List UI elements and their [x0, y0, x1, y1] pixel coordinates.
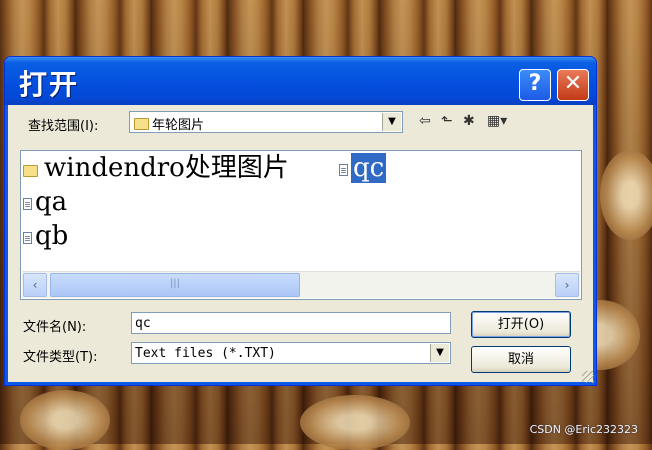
- up-folder-icon[interactable]: ⬑: [441, 113, 453, 129]
- resize-grip[interactable]: [582, 371, 594, 383]
- open-file-dialog: 打开 ? ✕ 查找范围(I): 年轮图片 ▼ ⇦ ⬑ ✱ ▦▾ windendr…: [4, 56, 597, 386]
- folder-icon: [23, 165, 38, 177]
- filetype-select[interactable]: Text files (*.TXT) ▼: [131, 342, 451, 364]
- lookin-combo[interactable]: 年轮图片 ▼: [129, 111, 403, 133]
- title-bar[interactable]: 打开 ? ✕: [5, 57, 596, 105]
- list-item[interactable]: qa: [23, 187, 67, 217]
- open-button[interactable]: 打开(O): [471, 311, 571, 338]
- file-list[interactable]: windendro处理图片 qc qa qb ‹ ||| ›: [20, 150, 582, 300]
- text-file-icon: [23, 232, 32, 244]
- cancel-button[interactable]: 取消: [471, 346, 571, 373]
- list-item[interactable]: qc: [339, 153, 387, 183]
- new-folder-icon[interactable]: ✱: [463, 113, 475, 129]
- chevron-down-icon[interactable]: ▼: [382, 113, 401, 131]
- help-button[interactable]: ?: [519, 69, 551, 101]
- lookin-value: 年轮图片: [152, 118, 205, 133]
- filetype-label: 文件类型(T):: [23, 350, 98, 365]
- text-file-icon: [23, 198, 32, 210]
- list-item[interactable]: qb: [23, 221, 68, 251]
- folder-icon: [134, 118, 149, 130]
- lookin-label: 查找范围(I):: [28, 119, 99, 134]
- filename-field[interactable]: qc: [131, 312, 451, 334]
- text-file-icon: [339, 164, 348, 176]
- background-decoration: [20, 390, 110, 450]
- list-item[interactable]: windendro处理图片: [23, 153, 289, 183]
- scroll-right-icon[interactable]: ›: [555, 273, 579, 297]
- filename-label: 文件名(N):: [23, 320, 87, 335]
- watermark: CSDN @Eric232323: [529, 423, 638, 436]
- view-menu-icon[interactable]: ▦▾: [487, 113, 507, 129]
- close-button[interactable]: ✕: [557, 69, 589, 101]
- background-decoration: [600, 150, 652, 240]
- dialog-title: 打开: [19, 68, 80, 101]
- chevron-down-icon[interactable]: ▼: [430, 344, 449, 362]
- back-arrow-icon[interactable]: ⇦: [419, 113, 431, 129]
- background-decoration: [300, 395, 410, 450]
- scroll-thumb[interactable]: |||: [50, 273, 300, 297]
- filetype-value: Text files (*.TXT): [135, 346, 276, 361]
- scroll-left-icon[interactable]: ‹: [23, 273, 47, 297]
- filename-value: qc: [135, 316, 151, 331]
- horizontal-scrollbar[interactable]: ‹ ||| ›: [22, 271, 580, 298]
